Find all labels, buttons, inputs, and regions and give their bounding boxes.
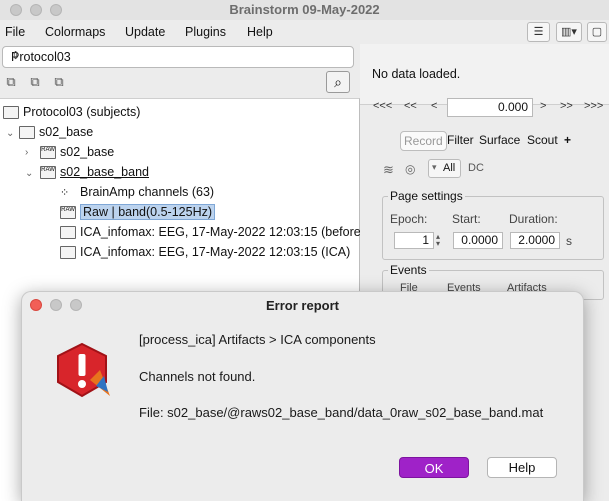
nav-last-button[interactable]: >>> bbox=[584, 100, 603, 112]
window-title: Brainstorm 09-May-2022 bbox=[229, 2, 380, 17]
tree-ica[interactable]: ICA_infomax: EEG, 17-May-2022 12:03:15 (… bbox=[60, 245, 351, 260]
raw-data-icon: RAW bbox=[60, 206, 76, 220]
nav-forward-button[interactable]: > bbox=[540, 100, 546, 112]
menu-plugins[interactable]: Plugins bbox=[185, 25, 226, 39]
maximize-icon[interactable]: ▢ bbox=[587, 22, 607, 42]
dc-button[interactable]: DC bbox=[468, 162, 484, 174]
montage-select[interactable]: ▾ All bbox=[428, 159, 461, 178]
tree-ica-label: ICA_infomax: EEG, 17-May-2022 12:03:15 (… bbox=[80, 245, 351, 259]
subject-icon bbox=[19, 126, 35, 140]
menu-bar: File Colormaps Update Plugins Help bbox=[0, 20, 609, 44]
tree-channels[interactable]: ⁘ BrainAmp channels (63) bbox=[60, 185, 214, 199]
nav-back-button[interactable]: < bbox=[431, 100, 437, 112]
waves-icon[interactable]: ≋ bbox=[383, 162, 394, 178]
chevron-down-icon[interactable]: ⌄ bbox=[25, 168, 33, 179]
tree-root-label: Protocol03 (subjects) bbox=[23, 105, 141, 119]
epoch-stepper[interactable]: ▴ ▾ bbox=[436, 233, 440, 248]
error-message-line-2: Channels not found. bbox=[139, 369, 256, 384]
tree-channels-label: BrainAmp channels (63) bbox=[80, 185, 215, 199]
nav-first-button[interactable]: <<< bbox=[373, 100, 392, 112]
menu-file[interactable]: File bbox=[5, 25, 25, 39]
study-view-icon[interactable]: ⧉ bbox=[51, 74, 67, 90]
error-dialog: Error report [process_ica] Artifacts > I… bbox=[21, 291, 584, 501]
anatomy-view-icon[interactable]: ⧉ bbox=[27, 74, 43, 90]
tree-ica-before[interactable]: ICA_infomax: EEG, 17-May-2022 12:03:15 (… bbox=[60, 225, 365, 240]
select-arrows-icon: ⇕ bbox=[11, 50, 21, 62]
page-settings-group bbox=[382, 196, 604, 260]
ok-button[interactable]: OK bbox=[399, 457, 469, 478]
layout-icon[interactable]: ▥▾ bbox=[556, 22, 582, 42]
tree-raw-file-label: Raw | band(0.5-125Hz) bbox=[80, 204, 216, 220]
page-settings-title: Page settings bbox=[388, 189, 465, 203]
epoch-label: Epoch: bbox=[390, 212, 428, 226]
tab-filter[interactable]: Filter bbox=[444, 131, 477, 149]
chevron-down-icon[interactable]: ⌄ bbox=[6, 128, 14, 139]
tree-condition-1[interactable]: RAW s02_base bbox=[40, 145, 115, 160]
search-icon[interactable]: ⌕ bbox=[326, 71, 350, 93]
events-title: Events bbox=[388, 263, 429, 277]
error-file-path: File: s02_base/@raws02_base_band/data_0r… bbox=[139, 405, 544, 420]
tree-subject[interactable]: s02_base bbox=[19, 125, 94, 140]
tab-scout[interactable]: Scout bbox=[524, 131, 561, 149]
tree-ica-before-label: ICA_infomax: EEG, 17-May-2022 12:03:15 (… bbox=[80, 225, 365, 239]
title-bar: Brainstorm 09-May-2022 bbox=[0, 0, 609, 21]
error-icon bbox=[57, 342, 110, 398]
error-message-line-1: [process_ica] Artifacts > ICA components bbox=[139, 332, 376, 347]
protocol-select[interactable]: Protocol03 ⇕ bbox=[2, 46, 354, 68]
start-label: Start: bbox=[452, 212, 481, 226]
protocol-icon bbox=[3, 106, 19, 120]
list-icon[interactable]: ☰ bbox=[527, 22, 550, 42]
montage-select-value: All bbox=[443, 162, 456, 174]
tree-condition-2-label: s02_base_band bbox=[60, 165, 149, 179]
montage-icon[interactable]: ◎ bbox=[405, 162, 415, 176]
channels-icon: ⁘ bbox=[60, 187, 70, 199]
duration-label: Duration: bbox=[509, 212, 558, 226]
matrix-icon bbox=[60, 246, 76, 260]
epoch-input[interactable]: 1 bbox=[394, 232, 434, 249]
chevron-down-icon: ▾ bbox=[432, 162, 437, 172]
tree-condition-1-label: s02_base bbox=[60, 145, 115, 159]
menu-help[interactable]: Help bbox=[247, 25, 273, 39]
duration-unit: s bbox=[566, 234, 572, 248]
tree-subject-label: s02_base bbox=[39, 125, 94, 139]
dialog-title: Error report bbox=[266, 298, 339, 313]
tab-record[interactable]: Record bbox=[400, 131, 447, 151]
start-input[interactable]: 0.0000 bbox=[453, 232, 503, 249]
nav-fast-forward-button[interactable]: >> bbox=[560, 100, 573, 112]
functional-view-icon[interactable]: ⧉ bbox=[3, 74, 19, 90]
raw-folder-open-icon: RAW bbox=[40, 166, 56, 180]
menu-update[interactable]: Update bbox=[125, 25, 165, 39]
status-text: No data loaded. bbox=[372, 67, 461, 81]
duration-input[interactable]: 2.0000 bbox=[510, 232, 560, 249]
tree-raw-file[interactable]: RAW Raw | band(0.5-125Hz) bbox=[60, 204, 216, 220]
help-button[interactable]: Help bbox=[487, 457, 557, 478]
matrix-icon bbox=[60, 226, 76, 240]
tab-surface[interactable]: Surface bbox=[476, 131, 523, 149]
tab-add[interactable]: + bbox=[561, 131, 574, 149]
tree-root[interactable]: Protocol03 (subjects) bbox=[3, 105, 141, 120]
chevron-right-icon[interactable]: › bbox=[25, 147, 28, 158]
nav-fast-back-button[interactable]: << bbox=[404, 100, 417, 112]
menu-colormaps[interactable]: Colormaps bbox=[45, 25, 105, 39]
time-input[interactable]: 0.000 bbox=[447, 98, 533, 117]
raw-folder-icon: RAW bbox=[40, 146, 56, 160]
tree-condition-2[interactable]: RAW s02_base_band bbox=[40, 165, 149, 180]
